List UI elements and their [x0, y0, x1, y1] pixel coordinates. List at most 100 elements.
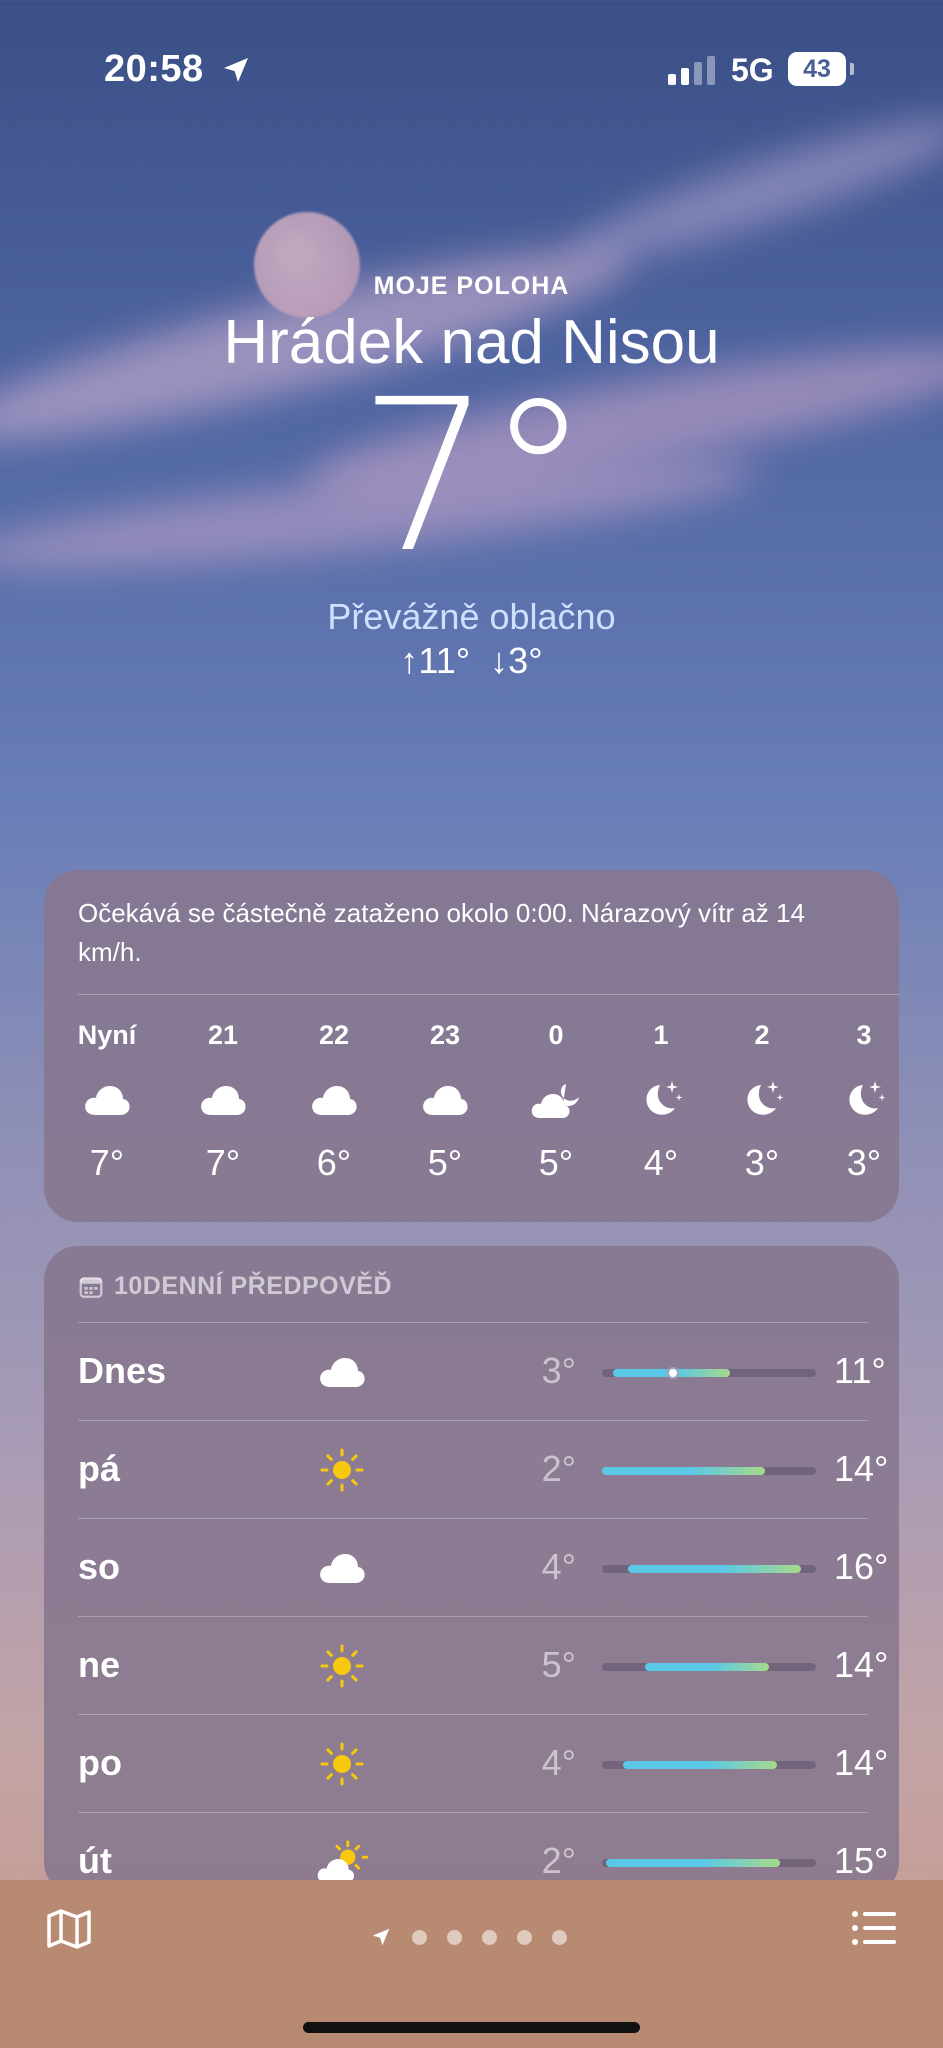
forecast-high: 16° — [834, 1546, 889, 1587]
forecast-day: út — [78, 1840, 112, 1881]
temperature-range-bar — [602, 1467, 816, 1475]
forecast-day: Dnes — [78, 1350, 167, 1391]
hour-label: 23 — [429, 1020, 461, 1050]
hourly-item: 2 3° — [717, 1020, 807, 1184]
hourly-item: Nyní 7° — [62, 1020, 152, 1184]
forecast-low: 2° — [541, 1448, 576, 1489]
hourly-item: 3 3° — [819, 1020, 899, 1184]
hour-temperature: 4° — [643, 1142, 679, 1183]
cellular-signal-icon — [668, 56, 715, 85]
current-temperature: 7° — [358, 354, 591, 599]
divider — [78, 994, 899, 995]
ten-day-title-text: 10DENNÍ PŘEDPOVĚĎ — [114, 1272, 393, 1300]
temperature-range-fill — [644, 1663, 769, 1671]
cloud-icon — [62, 1072, 152, 1128]
cloud-icon — [178, 1072, 268, 1128]
forecast-low: 4° — [541, 1546, 576, 1587]
hour-temperature: 5° — [427, 1142, 463, 1183]
battery-nub — [850, 63, 854, 75]
cloud-icon — [316, 1543, 368, 1593]
temperature-range-bar — [602, 1565, 816, 1573]
hour-label: 21 — [207, 1020, 239, 1050]
sun-icon — [316, 1739, 368, 1789]
temperature-range-bar — [602, 1761, 816, 1769]
page-dot[interactable] — [482, 1929, 497, 1945]
forecast-high: 11° — [834, 1350, 886, 1391]
current-condition: Převážně oblačno — [327, 596, 616, 637]
forecast-day: pá — [78, 1448, 121, 1489]
moon-stars-icon — [717, 1072, 807, 1128]
forecast-row[interactable]: po 4° 14° — [78, 1714, 888, 1813]
forecast-high: 14° — [834, 1448, 889, 1489]
forecast-high: 14° — [834, 1644, 889, 1685]
network-type: 5G — [731, 52, 774, 88]
temperature-range-bar — [602, 1367, 816, 1379]
temperature-range-fill — [602, 1467, 765, 1475]
forecast-day: po — [78, 1742, 122, 1783]
calendar-icon — [79, 1276, 103, 1298]
temperature-range-bar — [602, 1859, 816, 1867]
sun-icon — [316, 1641, 368, 1691]
hour-label: 2 — [754, 1020, 770, 1050]
hourly-summary: Očekává se částečně zataženo okolo 0:00.… — [78, 898, 805, 967]
temperature-range-bar — [602, 1663, 816, 1671]
hour-label: 3 — [856, 1020, 872, 1050]
moon-stars-icon — [616, 1072, 706, 1128]
hour-temperature: 7° — [205, 1142, 241, 1183]
high-low-temperature: ↑11° ↓3° — [400, 640, 543, 681]
ten-day-title: 10DENNÍ PŘEDPOVĚĎ — [78, 1272, 392, 1301]
hour-label: 0 — [548, 1020, 564, 1050]
hourly-scroll[interactable]: Nyní 7° 21 7° 22 6° 23 5° 0 5° 1 4° 2 3° 3 3° — [44, 1020, 899, 1210]
hourly-item: 0 5° — [511, 1020, 601, 1184]
sun-icon — [316, 1445, 368, 1495]
cloud-icon — [400, 1072, 490, 1128]
location-arrow-icon — [224, 58, 248, 82]
hour-temperature: 7° — [89, 1142, 125, 1183]
page-dot[interactable] — [552, 1929, 567, 1945]
hour-temperature: 3° — [846, 1142, 882, 1183]
forecast-high: 14° — [834, 1742, 889, 1783]
hour-temperature: 3° — [744, 1142, 780, 1183]
location-header: MOJE POLOHA Hrádek nad Nisou 7° Převážně… — [0, 272, 943, 682]
cloud-moon-icon — [511, 1072, 601, 1128]
hourly-forecast-card[interactable]: Očekává se částečně zataženo okolo 0:00.… — [44, 870, 899, 1222]
list-icon[interactable] — [852, 1910, 896, 1946]
page-indicator[interactable] — [370, 1926, 567, 1948]
forecast-row[interactable]: Dnes 3° 11° — [78, 1322, 886, 1421]
hourly-item: 23 5° — [400, 1020, 490, 1184]
status-time: 20:58 — [104, 48, 204, 90]
forecast-low: 5° — [541, 1644, 576, 1685]
hourly-item: 1 4° — [616, 1020, 706, 1184]
temperature-range-fill — [627, 1565, 801, 1573]
forecast-low: 2° — [541, 1840, 576, 1881]
hourly-item: 22 6° — [289, 1020, 379, 1184]
forecast-low: 4° — [541, 1742, 576, 1783]
forecast-row[interactable]: so 4° 16° — [78, 1518, 888, 1617]
hourly-item: 21 7° — [178, 1020, 268, 1184]
battery-icon: 43 — [788, 52, 846, 86]
home-indicator — [303, 2022, 640, 2033]
forecast-day: so — [78, 1546, 121, 1587]
temperature-range-fill — [623, 1761, 778, 1769]
hour-label: 1 — [653, 1020, 669, 1050]
forecast-row[interactable]: ne 5° 14° — [78, 1616, 888, 1715]
current-temp-dot — [666, 1367, 679, 1379]
status-bar: 20:58 5G 43 — [0, 0, 943, 140]
cloud-icon — [316, 1347, 368, 1397]
temperature-range-fill — [606, 1859, 780, 1867]
my-location-label: MOJE POLOHA — [373, 272, 570, 300]
hour-temperature: 5° — [538, 1142, 574, 1183]
forecast-high: 15° — [834, 1840, 889, 1881]
hour-temperature: 6° — [316, 1142, 352, 1183]
page-dot[interactable] — [447, 1929, 462, 1945]
current-location-page-icon[interactable] — [370, 1926, 392, 1948]
forecast-row[interactable]: pá 2° 14° — [78, 1420, 888, 1519]
page-dot[interactable] — [412, 1929, 427, 1945]
hour-label: 22 — [318, 1020, 350, 1050]
hour-label: Nyní — [77, 1020, 137, 1050]
map-icon[interactable] — [46, 1908, 92, 1950]
ten-day-forecast-card[interactable]: 10DENNÍ PŘEDPOVĚĎ Dnes 3° 11° pá 2° 14° so 4° 16… — [44, 1246, 899, 1896]
cloud-icon — [289, 1072, 379, 1128]
page-dot[interactable] — [517, 1929, 532, 1945]
forecast-day: ne — [78, 1644, 121, 1685]
